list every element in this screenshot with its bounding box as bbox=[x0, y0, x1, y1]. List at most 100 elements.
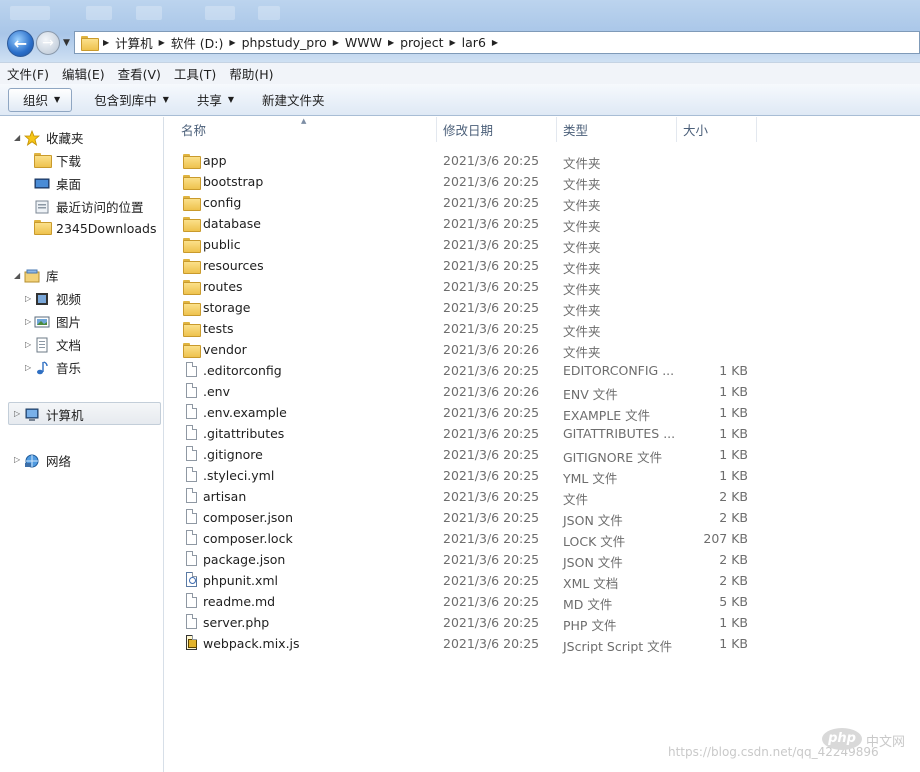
file-row[interactable]: database 2021/3/6 20:25 文件夹 bbox=[165, 213, 920, 234]
nav-pictures[interactable]: 图片 bbox=[34, 312, 81, 331]
folder-icon bbox=[183, 257, 201, 274]
breadcrumb-phpstudy[interactable]: phpstudy_pro bbox=[242, 35, 327, 50]
network-icon bbox=[24, 453, 40, 469]
file-row[interactable]: composer.json 2021/3/6 20:25 JSON 文件 2 KB bbox=[165, 507, 920, 528]
expand-arrow-icon[interactable]: ▷ bbox=[25, 363, 31, 372]
breadcrumb-chevron-icon[interactable]: ▶ bbox=[229, 38, 235, 47]
file-row[interactable]: package.json 2021/3/6 20:25 JSON 文件 2 KB bbox=[165, 549, 920, 570]
file-row[interactable]: .env.example 2021/3/6 20:25 EXAMPLE 文件 1 KB bbox=[165, 402, 920, 423]
file-row[interactable]: storage 2021/3/6 20:25 文件夹 bbox=[165, 297, 920, 318]
dropdown-caret-icon: ▼ bbox=[227, 95, 235, 104]
nav-favorites[interactable]: 收藏夹 bbox=[23, 128, 84, 147]
file-name: public bbox=[203, 237, 241, 252]
organize-button[interactable]: 组织 ▼ bbox=[8, 87, 73, 112]
expand-arrow-icon[interactable]: ◢ bbox=[14, 133, 20, 142]
folder-icon bbox=[183, 215, 201, 232]
expand-arrow-icon[interactable]: ▷ bbox=[25, 294, 31, 303]
file-icon bbox=[183, 446, 199, 462]
expand-arrow-icon[interactable]: ▷ bbox=[25, 340, 31, 349]
file-type: XML 文档 bbox=[563, 576, 619, 591]
nav-videos[interactable]: 视频 bbox=[34, 289, 81, 308]
back-arrow-icon: ← bbox=[13, 34, 28, 53]
nav-2345downloads[interactable]: 2345Downloads bbox=[34, 220, 156, 236]
breadcrumb-chevron-icon[interactable]: ▶ bbox=[388, 38, 394, 47]
expand-arrow-icon[interactable]: ▷ bbox=[14, 409, 20, 418]
breadcrumb-chevron-icon[interactable]: ▶ bbox=[333, 38, 339, 47]
nav-libraries-label: 库 bbox=[46, 269, 59, 284]
star-icon bbox=[23, 129, 41, 146]
breadcrumb-chevron-icon[interactable]: ▶ bbox=[450, 38, 456, 47]
nav-documents[interactable]: 文档 bbox=[34, 335, 81, 354]
new-folder-button[interactable]: 新建文件夹 bbox=[248, 88, 339, 112]
nav-2345-label: 2345Downloads bbox=[56, 220, 157, 236]
column-header-date[interactable]: 修改日期 bbox=[437, 117, 557, 142]
breadcrumb-project[interactable]: project bbox=[400, 35, 443, 50]
nav-recent-places[interactable]: 最近访问的位置 bbox=[34, 197, 144, 216]
breadcrumb-drive[interactable]: 软件 (D:) bbox=[171, 33, 224, 52]
nav-desktop[interactable]: 桌面 bbox=[34, 174, 81, 193]
file-name: .gitattributes bbox=[203, 426, 285, 441]
file-row[interactable]: app 2021/3/6 20:25 文件夹 bbox=[165, 150, 920, 171]
expand-arrow-icon[interactable]: ▷ bbox=[25, 317, 31, 326]
nav-music[interactable]: 音乐 bbox=[34, 358, 81, 377]
breadcrumb-www[interactable]: WWW bbox=[345, 35, 382, 50]
file-name: vendor bbox=[203, 342, 247, 357]
file-row[interactable]: public 2021/3/6 20:25 文件夹 bbox=[165, 234, 920, 255]
expand-arrow-icon[interactable]: ◢ bbox=[14, 271, 20, 280]
forward-button[interactable]: → bbox=[36, 31, 60, 55]
nav-network[interactable]: 网络 bbox=[24, 451, 71, 470]
share-button[interactable]: 共享 ▼ bbox=[183, 88, 248, 112]
file-row[interactable]: bootstrap 2021/3/6 20:25 文件夹 bbox=[165, 171, 920, 192]
forward-arrow-icon: → bbox=[42, 35, 54, 51]
column-header-type[interactable]: 类型 bbox=[557, 117, 677, 142]
menu-tools[interactable]: 工具(T) bbox=[174, 64, 216, 83]
file-row[interactable]: resources 2021/3/6 20:25 文件夹 bbox=[165, 255, 920, 276]
file-size: 1 KB bbox=[719, 426, 748, 441]
file-date: 2021/3/6 20:25 bbox=[443, 531, 540, 546]
menu-file[interactable]: 文件(F) bbox=[7, 64, 49, 83]
nav-downloads[interactable]: 下载 bbox=[34, 151, 81, 170]
column-type-label: 类型 bbox=[563, 123, 589, 138]
file-row[interactable]: artisan 2021/3/6 20:25 文件 2 KB bbox=[165, 486, 920, 507]
file-row[interactable]: .styleci.yml 2021/3/6 20:25 YML 文件 1 KB bbox=[165, 465, 920, 486]
file-date: 2021/3/6 20:25 bbox=[443, 447, 540, 462]
menu-help[interactable]: 帮助(H) bbox=[229, 64, 273, 83]
nav-computer[interactable]: 计算机 bbox=[24, 405, 84, 424]
breadcrumb-chevron-icon[interactable]: ▶ bbox=[492, 38, 498, 47]
file-row[interactable]: composer.lock 2021/3/6 20:25 LOCK 文件 207 KB bbox=[165, 528, 920, 549]
file-row[interactable]: .gitignore 2021/3/6 20:25 GITIGNORE 文件 1 KB bbox=[165, 444, 920, 465]
back-button[interactable]: ← bbox=[7, 30, 34, 57]
address-bar[interactable]: ▶ 计算机 ▶ 软件 (D:) ▶ phpstudy_pro ▶ WWW ▶ p… bbox=[74, 31, 920, 54]
history-dropdown-icon[interactable]: ▼ bbox=[63, 38, 70, 48]
file-row[interactable]: phpunit.xml 2021/3/6 20:25 XML 文档 2 KB bbox=[165, 570, 920, 591]
titlebar-blur bbox=[136, 6, 162, 20]
column-header-name[interactable]: 名称 bbox=[165, 117, 437, 142]
include-in-library-button[interactable]: 包含到库中 ▼ bbox=[80, 88, 183, 112]
breadcrumb-computer[interactable]: 计算机 bbox=[115, 33, 153, 52]
file-row[interactable]: .env 2021/3/6 20:26 ENV 文件 1 KB bbox=[165, 381, 920, 402]
file-row[interactable]: .editorconfig 2021/3/6 20:25 EDITORCONFIG … bbox=[165, 360, 920, 381]
breadcrumb-chevron-icon[interactable]: ▶ bbox=[159, 38, 165, 47]
column-header-size[interactable]: 大小 bbox=[677, 117, 757, 142]
file-row[interactable]: routes 2021/3/6 20:25 文件夹 bbox=[165, 276, 920, 297]
logo-text: 中文网 bbox=[866, 735, 906, 750]
file-row[interactable]: tests 2021/3/6 20:25 文件夹 bbox=[165, 318, 920, 339]
breadcrumb-lar6[interactable]: lar6 bbox=[462, 35, 486, 50]
file-row[interactable]: vendor 2021/3/6 20:26 文件夹 bbox=[165, 339, 920, 360]
file-row[interactable]: readme.md 2021/3/6 20:25 MD 文件 5 KB bbox=[165, 591, 920, 612]
file-date: 2021/3/6 20:25 bbox=[443, 363, 540, 378]
file-row[interactable]: .gitattributes 2021/3/6 20:25 GITATTRIBUTE… bbox=[165, 423, 920, 444]
file-icon bbox=[183, 509, 199, 525]
file-date: 2021/3/6 20:25 bbox=[443, 468, 540, 483]
file-row[interactable]: config 2021/3/6 20:25 文件夹 bbox=[165, 192, 920, 213]
menu-edit[interactable]: 编辑(E) bbox=[62, 64, 105, 83]
file-date: 2021/3/6 20:25 bbox=[443, 594, 540, 609]
expand-arrow-icon[interactable]: ▷ bbox=[14, 455, 20, 464]
nav-music-label: 音乐 bbox=[56, 361, 82, 376]
nav-libraries[interactable]: 库 bbox=[24, 266, 59, 285]
file-row[interactable]: server.php 2021/3/6 20:25 PHP 文件 1 KB bbox=[165, 612, 920, 633]
breadcrumb-chevron-icon[interactable]: ▶ bbox=[103, 38, 109, 47]
file-row[interactable]: webpack.mix.js 2021/3/6 20:25 JScript Scri… bbox=[165, 633, 920, 654]
file-date: 2021/3/6 20:25 bbox=[443, 174, 540, 189]
menu-view[interactable]: 查看(V) bbox=[118, 64, 161, 83]
